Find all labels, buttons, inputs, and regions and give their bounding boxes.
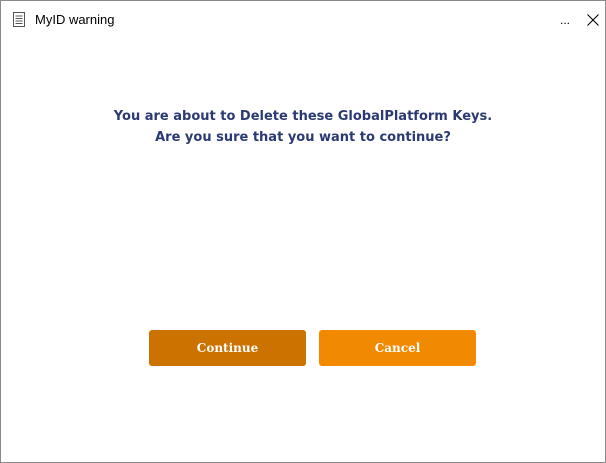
window-title: MyID warning [35, 12, 115, 27]
continue-button[interactable]: Continue [149, 330, 306, 366]
cancel-button[interactable]: Cancel [319, 330, 476, 366]
warning-message-line-1: You are about to Delete these GlobalPlat… [113, 109, 493, 124]
document-icon [13, 12, 25, 27]
more-options-button[interactable]: ... [555, 10, 575, 30]
warning-message: You are about to Delete these GlobalPlat… [1, 106, 605, 148]
warning-window: MyID warning ... You are about to Delete… [0, 0, 606, 463]
title-bar[interactable]: MyID warning ... [1, 1, 605, 39]
close-icon[interactable] [583, 10, 603, 30]
warning-message-line-2: Are you sure that you want to continue? [155, 130, 451, 145]
